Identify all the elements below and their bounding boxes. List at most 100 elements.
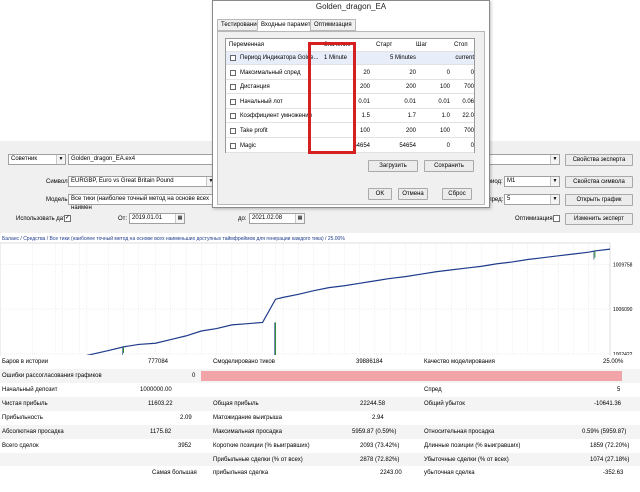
parameter-step[interactable]: 1.0 bbox=[416, 110, 450, 123]
to-date-field[interactable]: 2021.02.08 ▦ bbox=[249, 213, 305, 224]
largest-label: Самая большая bbox=[152, 470, 197, 476]
load-button[interactable]: Загрузить bbox=[368, 160, 418, 172]
parameter-start[interactable]: 200 bbox=[376, 125, 416, 138]
payoff-label: Матожидание выигрыша bbox=[213, 415, 282, 421]
symbol-select[interactable]: EURGBP, Euro vs Great Britain Pound ▼ bbox=[68, 176, 216, 187]
largest-loss-label: убыточная сделка bbox=[424, 470, 475, 476]
parameter-checkbox[interactable] bbox=[230, 142, 236, 149]
calendar-icon[interactable]: ▦ bbox=[295, 214, 304, 223]
header-step: Шаг bbox=[416, 42, 428, 48]
parameter-checkbox[interactable] bbox=[230, 128, 236, 134]
reset-button[interactable]: Сброс bbox=[442, 188, 472, 200]
from-label: От: bbox=[118, 216, 128, 222]
modify-expert-button[interactable]: Изменить эксперт bbox=[565, 213, 633, 225]
open-chart-button[interactable]: Открыть график bbox=[565, 194, 633, 206]
parameter-start[interactable]: 5 Minutes bbox=[376, 52, 416, 65]
parameter-step[interactable]: 0 bbox=[416, 140, 450, 153]
use-date-checkbox[interactable] bbox=[64, 214, 71, 222]
mismatch-value: 0 bbox=[192, 373, 196, 379]
stats-row-deposit: Начальный депозит 1000000.00 Спред 5 bbox=[0, 383, 640, 397]
parameter-checkbox[interactable] bbox=[230, 69, 236, 76]
mismatch-label: Ошибки рассогласования графиков bbox=[2, 373, 102, 379]
parameter-stop[interactable]: 0 bbox=[454, 140, 474, 153]
optimization-label: Оптимизация bbox=[515, 216, 553, 222]
chevron-down-icon: ▼ bbox=[56, 155, 65, 164]
tester-type-select[interactable]: Советник ▼ bbox=[8, 154, 66, 165]
parameter-step[interactable]: 100 bbox=[416, 81, 450, 94]
profitable-trades-label: Прибыльные сделки (% от всех) bbox=[213, 457, 303, 463]
losing-trades-label: Убыточные сделки (% от всех) bbox=[424, 457, 509, 463]
spread-stat-value: 5 bbox=[617, 387, 621, 393]
parameter-stop[interactable]: 22.0 bbox=[454, 110, 474, 123]
tester-type-value: Советник bbox=[11, 156, 37, 162]
y-tick-label: 1009758 bbox=[613, 262, 633, 268]
payoff-value: 2.94 bbox=[372, 415, 384, 421]
parameter-start[interactable]: 1.7 bbox=[376, 110, 416, 123]
from-date-field[interactable]: 2019.01.01 ▦ bbox=[129, 213, 185, 224]
quality-label: Качество моделирования bbox=[424, 359, 495, 365]
profit-factor-label: Прибыльность bbox=[2, 415, 43, 421]
cancel-button[interactable]: Отмена bbox=[398, 188, 428, 200]
quality-value: 25.00% bbox=[603, 359, 624, 365]
period-select[interactable]: M1 ▼ bbox=[504, 176, 560, 187]
parameter-stop[interactable]: current bbox=[454, 52, 474, 65]
save-button[interactable]: Сохранить bbox=[424, 160, 474, 172]
expert-properties-button[interactable]: Свойства эксперта bbox=[565, 154, 633, 166]
gross-loss-value: -10641.36 bbox=[594, 401, 622, 407]
tab-optimization[interactable]: Оптимизация bbox=[310, 19, 356, 31]
parameter-stop[interactable]: 700 bbox=[454, 81, 474, 94]
expert-properties-dialog: Golden_dragon_EA Тестирование Входные па… bbox=[212, 0, 490, 208]
model-value: Все тики (наиболее точный метод на основ… bbox=[71, 196, 209, 211]
parameter-stop[interactable]: 700 bbox=[454, 125, 474, 138]
period-value: M1 bbox=[507, 178, 516, 184]
stats-row-net: Чистая прибыль 11603.22 Общая прибыль 22… bbox=[0, 397, 640, 411]
total-trades-value: 3952 bbox=[178, 443, 192, 449]
parameter-checkbox[interactable] bbox=[230, 98, 236, 105]
parameter-start[interactable]: 200 bbox=[376, 81, 416, 94]
symbol-properties-button[interactable]: Свойства символа bbox=[565, 176, 633, 188]
symbol-label: Символ: bbox=[46, 179, 70, 185]
spread-stat-label: Спред bbox=[424, 387, 442, 393]
bars-value: 777084 bbox=[148, 359, 169, 365]
to-date-value: 2021.02.08 bbox=[252, 215, 283, 221]
parameter-stop[interactable]: 0 bbox=[454, 67, 474, 80]
gross-profit-value: 22244.58 bbox=[360, 401, 386, 407]
parameter-step[interactable]: 0 bbox=[416, 67, 450, 80]
ok-button[interactable]: OK bbox=[368, 188, 392, 200]
profitable-trades-value: 2878 (72.82%) bbox=[360, 457, 400, 463]
max-drawdown-label: Максимальная просадка bbox=[213, 429, 282, 435]
stats-row-trades: Всего сделок 3952 Короткие позиции (% вы… bbox=[0, 439, 640, 453]
model-select[interactable]: Все тики (наиболее точный метод на основ… bbox=[68, 194, 216, 211]
gross-profit-label: Общая прибыль bbox=[213, 401, 259, 407]
short-positions-value: 2093 (73.42%) bbox=[360, 443, 400, 449]
rel-drawdown-value: 0.59% (5959.87) bbox=[582, 429, 627, 435]
bars-label: Баров в истории bbox=[2, 359, 49, 365]
from-date-value: 2019.01.01 bbox=[132, 215, 163, 221]
max-drawdown-value: 5959.87 (0.59%) bbox=[352, 429, 397, 435]
optimization-checkbox[interactable] bbox=[553, 215, 560, 222]
calendar-icon[interactable]: ▦ bbox=[175, 214, 184, 223]
parameter-step[interactable]: 0.01 bbox=[416, 96, 450, 109]
abs-drawdown-label: Абсолютная просадка bbox=[2, 429, 64, 435]
parameter-checkbox[interactable] bbox=[230, 84, 236, 91]
parameter-stop[interactable]: 0.06 bbox=[454, 96, 474, 109]
modeling-quality-bar bbox=[201, 371, 622, 381]
chevron-down-icon: ▼ bbox=[550, 195, 559, 204]
parameter-checkbox[interactable] bbox=[230, 55, 236, 61]
parameter-start[interactable]: 20 bbox=[376, 67, 416, 80]
parameter-checkbox[interactable] bbox=[230, 113, 236, 120]
spread-select[interactable]: 5 ▼ bbox=[504, 194, 560, 205]
header-start: Старт bbox=[376, 42, 393, 48]
parameter-step[interactable]: 100 bbox=[416, 125, 450, 138]
chevron-down-icon: ▼ bbox=[550, 177, 559, 186]
deposit-value: 1000000.00 bbox=[140, 387, 172, 393]
to-label: до: bbox=[238, 216, 247, 222]
net-profit-label: Чистая прибыль bbox=[2, 401, 48, 407]
header-stop: Стоп bbox=[454, 42, 468, 48]
chart-title: Баланс / Средства / Все тики (наиболее т… bbox=[2, 235, 345, 242]
header-variable: Переменная bbox=[229, 42, 264, 48]
parameter-start[interactable]: 0.01 bbox=[376, 96, 416, 109]
highlight-box bbox=[308, 42, 356, 154]
parameter-start[interactable]: 54654 bbox=[376, 140, 416, 153]
ticks-value: 39886184 bbox=[356, 359, 383, 365]
